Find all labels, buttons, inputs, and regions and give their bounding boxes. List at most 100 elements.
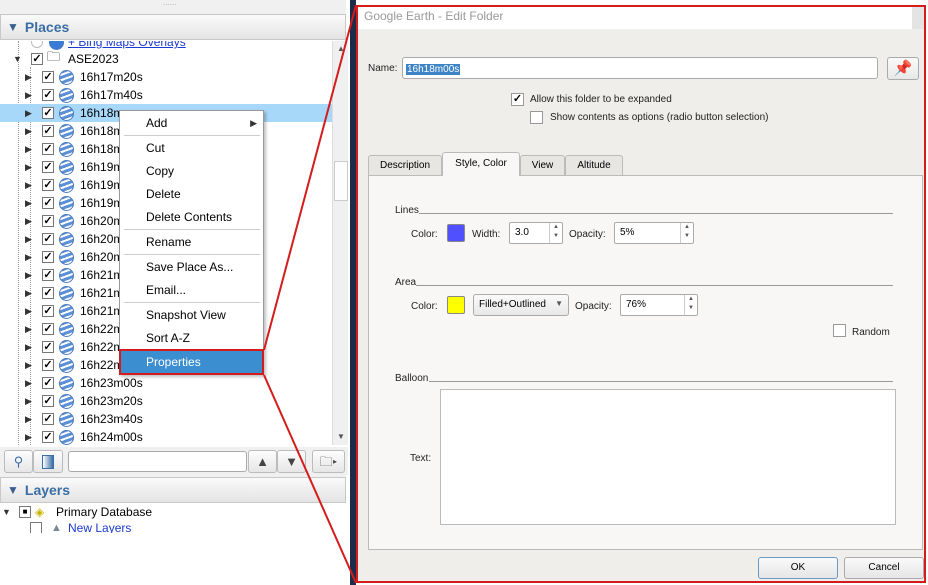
expand-triangle-icon[interactable]: ▶ xyxy=(25,432,32,443)
ok-button[interactable]: OK xyxy=(758,557,838,579)
menu-item-rename[interactable]: Rename xyxy=(121,231,262,253)
line-opacity-spinner[interactable]: 5% ▲ ▼ xyxy=(614,222,694,244)
resize-grip[interactable] xyxy=(0,0,346,14)
expand-triangle-icon[interactable]: ▶ xyxy=(25,306,32,317)
scroll-up-icon[interactable]: ▲ xyxy=(333,41,349,57)
tree-item[interactable]: ▶ ✓ 16h24m00s xyxy=(0,428,332,445)
expand-triangle-icon[interactable]: ▶ xyxy=(25,270,32,281)
expand-triangle-icon[interactable]: ▶ xyxy=(25,162,32,173)
move-down-button[interactable]: ▼ xyxy=(277,450,306,473)
cancel-button[interactable]: Cancel xyxy=(844,557,924,579)
layer-label[interactable]: New Layers xyxy=(68,521,131,533)
balloon-text-area[interactable] xyxy=(440,389,896,525)
checkbox[interactable]: ✓ xyxy=(42,413,54,425)
menu-item-save-place-as[interactable]: Save Place As... xyxy=(121,256,262,278)
checkbox[interactable]: ✓ xyxy=(42,143,54,155)
area-opacity-spinner[interactable]: 76% ▲ ▼ xyxy=(620,294,698,316)
menu-item-delete[interactable]: Delete xyxy=(121,183,262,205)
expand-triangle-icon[interactable]: ▶ xyxy=(25,288,32,299)
expand-triangle-icon[interactable]: ▶ xyxy=(25,252,32,263)
move-up-button[interactable]: ▲ xyxy=(248,450,277,473)
expand-triangle-icon[interactable]: ▶ xyxy=(25,360,32,371)
panel-toggle-button[interactable] xyxy=(33,450,63,473)
spinner-arrows-icon[interactable]: ▲ ▼ xyxy=(684,295,697,315)
menu-item-copy[interactable]: Copy xyxy=(121,160,262,182)
expand-triangle-icon[interactable]: ▼ xyxy=(13,54,22,64)
expand-triangle-icon[interactable]: ▶ xyxy=(25,144,32,155)
close-button[interactable] xyxy=(912,7,924,29)
checkbox[interactable]: ✓ xyxy=(42,287,54,299)
checkbox[interactable]: ✓ xyxy=(31,53,43,65)
checkbox[interactable]: ✓ xyxy=(42,107,54,119)
checkbox[interactable]: ✓ xyxy=(42,125,54,137)
tab-altitude[interactable]: Altitude xyxy=(565,155,623,175)
icon-picker-button[interactable]: 📌 xyxy=(887,57,919,80)
expand-triangle-icon[interactable]: ▶ xyxy=(25,396,32,407)
tab-description[interactable]: Description xyxy=(368,155,442,175)
checkbox[interactable] xyxy=(30,522,42,533)
collapse-triangle-icon[interactable]: ▼ xyxy=(7,483,19,497)
folder-menu-button[interactable]: 🗀▸ xyxy=(312,450,345,473)
tab-view[interactable]: View xyxy=(520,155,565,175)
tab-style-color[interactable]: Style, Color xyxy=(442,152,520,176)
scroll-thumb[interactable] xyxy=(334,161,348,201)
expand-triangle-icon[interactable]: ▶ xyxy=(25,126,32,137)
allow-expand-checkbox[interactable]: ✓ xyxy=(511,93,524,106)
expand-triangle-icon[interactable]: ▶ xyxy=(25,216,32,227)
line-width-spinner[interactable]: 3.0 ▲ ▼ xyxy=(509,222,563,244)
layers-header[interactable]: ▼ Layers xyxy=(0,477,346,503)
checkbox[interactable]: ✓ xyxy=(42,377,54,389)
search-button[interactable]: ⚲ xyxy=(4,450,33,473)
tree-item[interactable]: ▶ ✓ 16h23m20s xyxy=(0,392,332,410)
tree-item-label[interactable]: + Bing Maps Overlays xyxy=(68,41,186,49)
checkbox[interactable]: ✓ xyxy=(42,269,54,281)
expand-triangle-icon[interactable]: ▶ xyxy=(25,90,32,101)
tree-item-folder[interactable]: ▼ ✓ 🗀 ASE2023 xyxy=(0,49,332,68)
show-options-checkbox[interactable] xyxy=(530,111,543,124)
collapse-triangle-icon[interactable]: ▼ xyxy=(7,20,19,34)
checkbox[interactable]: ✓ xyxy=(42,179,54,191)
checkbox[interactable]: ✓ xyxy=(42,359,54,371)
menu-item-sort-a-z[interactable]: Sort A-Z xyxy=(121,327,262,349)
fill-mode-select[interactable]: Filled+Outlined ▼ xyxy=(473,294,569,316)
expand-triangle-icon[interactable]: ▶ xyxy=(25,378,32,389)
checkbox[interactable]: ✓ xyxy=(42,161,54,173)
checkbox[interactable]: ✓ xyxy=(42,89,54,101)
search-input[interactable] xyxy=(68,451,247,472)
expand-triangle-icon[interactable]: ▶ xyxy=(25,414,32,425)
checkbox[interactable]: ✓ xyxy=(42,215,54,227)
expand-triangle-icon[interactable]: ▶ xyxy=(25,342,32,353)
expand-triangle-icon[interactable]: ▶ xyxy=(25,198,32,209)
checkbox-partial[interactable]: ■ xyxy=(19,506,31,518)
expand-triangle-icon[interactable]: ▼ xyxy=(2,507,11,517)
menu-item-snapshot-view[interactable]: Snapshot View xyxy=(121,304,262,326)
menu-item-properties[interactable]: Properties xyxy=(119,349,264,375)
expand-triangle-icon[interactable]: ▶ xyxy=(25,72,32,83)
checkbox[interactable]: ✓ xyxy=(42,395,54,407)
area-color-swatch[interactable] xyxy=(447,296,465,314)
menu-item-email[interactable]: Email... xyxy=(121,279,262,301)
spinner-arrows-icon[interactable]: ▲ ▼ xyxy=(549,223,562,243)
checkbox[interactable]: ✓ xyxy=(42,71,54,83)
tree-item[interactable]: ▶ ✓ 16h17m20s xyxy=(0,68,332,86)
name-input[interactable]: 16h18m00s xyxy=(402,57,878,79)
spinner-arrows-icon[interactable]: ▲ ▼ xyxy=(680,223,693,243)
tree-scrollbar[interactable]: ▲ ▼ xyxy=(332,41,348,445)
menu-item-add[interactable]: Add ▶ xyxy=(121,112,262,134)
tree-item[interactable]: ▶ ✓ 16h17m40s xyxy=(0,86,332,104)
scroll-down-icon[interactable]: ▼ xyxy=(333,429,349,445)
menu-item-delete-contents[interactable]: Delete Contents xyxy=(121,206,262,228)
places-header[interactable]: ▼ Places xyxy=(0,14,346,40)
checkbox[interactable]: ✓ xyxy=(42,233,54,245)
menu-item-cut[interactable]: Cut xyxy=(121,137,262,159)
dialog-titlebar[interactable]: Google Earth - Edit Folder xyxy=(358,7,924,29)
checkbox[interactable]: ✓ xyxy=(42,323,54,335)
tree-item[interactable]: ▶ ✓ 16h23m00s xyxy=(0,374,332,392)
layer-item[interactable]: ▲ New Layers xyxy=(0,519,332,533)
expand-triangle-icon[interactable]: ▶ xyxy=(25,108,32,119)
expand-triangle-icon[interactable]: ▶ xyxy=(25,324,32,335)
expand-triangle-icon[interactable]: ▶ xyxy=(25,180,32,191)
random-checkbox[interactable] xyxy=(833,324,846,337)
checkbox[interactable]: ✓ xyxy=(42,197,54,209)
line-color-swatch[interactable] xyxy=(447,224,465,242)
